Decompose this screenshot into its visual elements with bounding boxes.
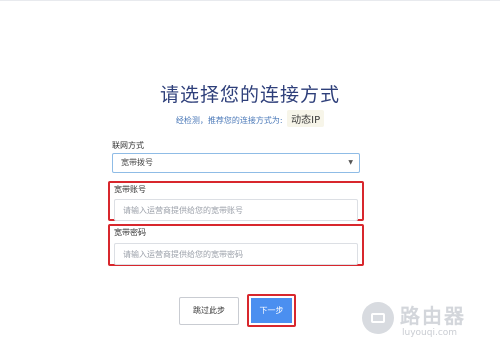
account-label: 宽带账号	[114, 185, 146, 194]
account-field-group: 宽带账号	[108, 181, 364, 221]
connection-type-select[interactable]: 宽带拨号 ▼	[112, 153, 360, 173]
password-field-group: 宽带密码	[108, 224, 364, 266]
router-icon	[362, 302, 394, 334]
skip-button[interactable]: 跳过此步	[179, 297, 239, 325]
top-divider	[0, 0, 500, 1]
detected-type-badge: 动态IP	[287, 110, 325, 127]
detection-hint: 经检测，推荐您的连接方式为: 动态IP	[0, 110, 500, 127]
watermark-url: luyouqi.com	[402, 328, 458, 338]
watermark: 路由器 luyouqi.com	[362, 300, 496, 344]
account-input[interactable]	[114, 199, 358, 221]
connection-type-value: 宽带拨号	[121, 158, 153, 167]
dropdown-caret-icon: ▼	[348, 159, 353, 166]
password-label: 宽带密码	[114, 228, 146, 237]
connection-type-label: 联网方式	[112, 141, 144, 150]
password-input[interactable]	[114, 243, 358, 265]
next-button-highlight: 下一步	[247, 294, 296, 327]
detection-hint-text: 经检测，推荐您的连接方式为:	[175, 116, 283, 125]
next-button[interactable]: 下一步	[251, 298, 292, 323]
page-title: 请选择您的连接方式	[159, 84, 340, 106]
watermark-title: 路由器	[400, 304, 466, 328]
